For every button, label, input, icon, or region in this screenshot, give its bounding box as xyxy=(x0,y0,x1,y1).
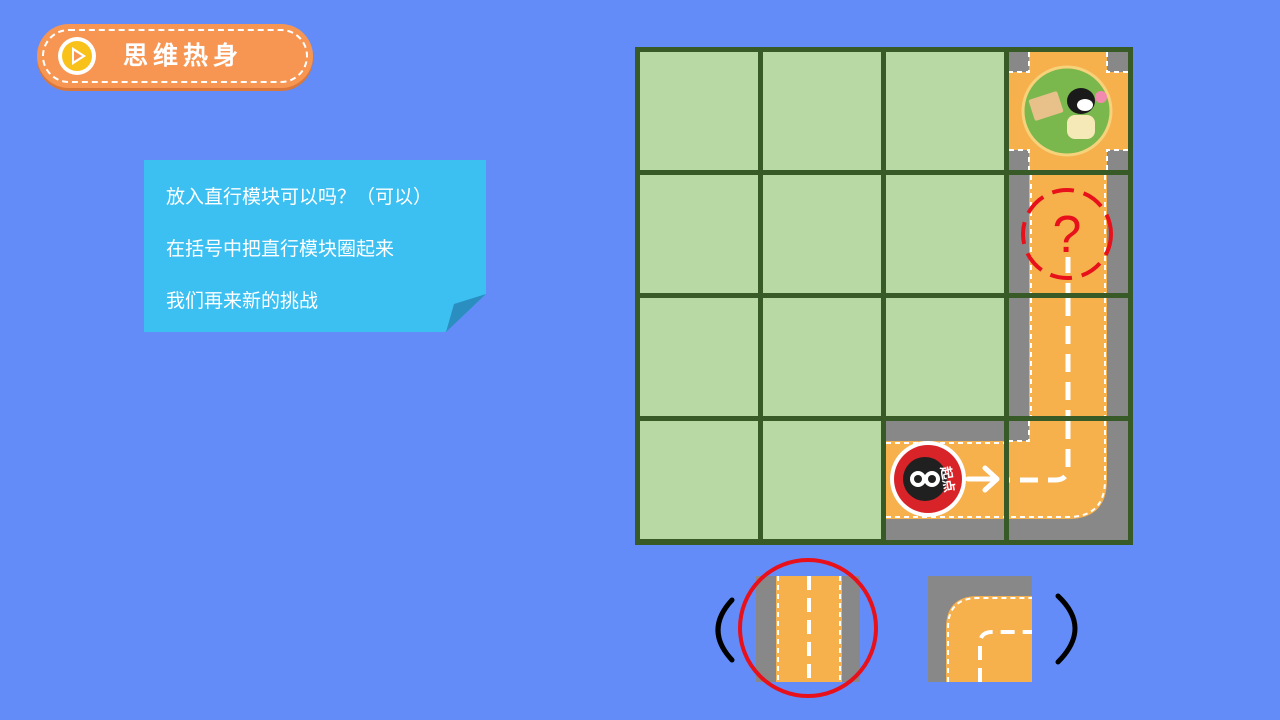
title-text: 思维热身 xyxy=(123,41,244,70)
game-board: ? 起点 xyxy=(635,47,1133,545)
right-paren xyxy=(1055,593,1078,665)
question-mark: ? xyxy=(1053,206,1082,264)
road-layer: ? 起点 xyxy=(886,52,1128,540)
left-paren xyxy=(715,597,735,663)
road-tile-straight xyxy=(1009,298,1128,416)
character-goal-icon xyxy=(1021,65,1113,157)
play-icon[interactable] xyxy=(57,36,97,76)
note-line-3: 我们再来新的挑战 xyxy=(166,290,319,312)
note-line-1: 放入直行模块可以吗？（可以） xyxy=(166,186,433,208)
answer-choices xyxy=(715,558,1078,698)
curve-tile[interactable] xyxy=(928,576,1032,682)
note-line-2: 在括号中把直行模块圈起来 xyxy=(166,238,395,260)
title-banner: 思维热身 xyxy=(37,24,313,88)
straight-tile[interactable] xyxy=(756,576,860,682)
start-marker: 起点 xyxy=(890,441,966,517)
road-tile-corner xyxy=(1009,421,1128,540)
note-fold xyxy=(446,294,486,332)
